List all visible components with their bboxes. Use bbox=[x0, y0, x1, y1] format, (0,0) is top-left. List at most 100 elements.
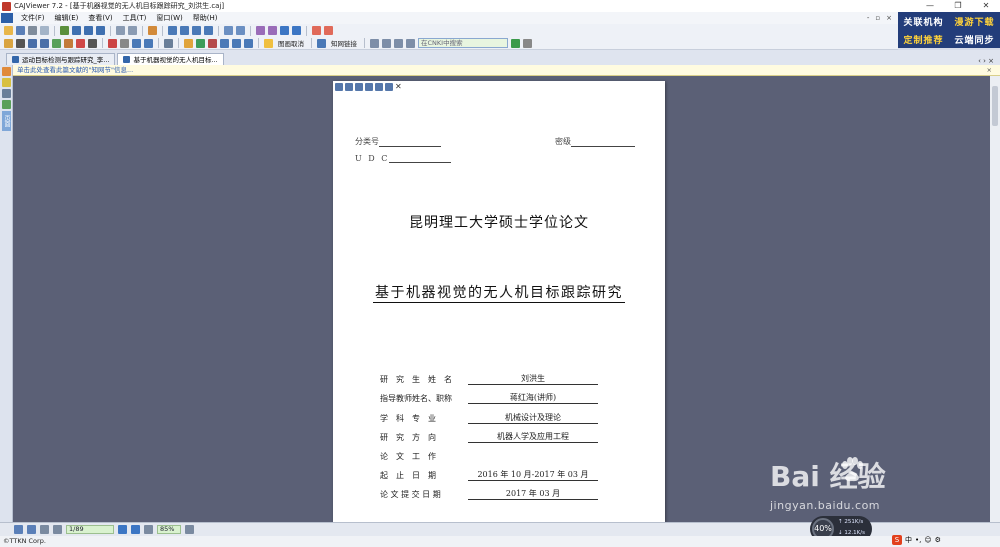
sidebar-page-tab[interactable]: 页面 bbox=[2, 111, 11, 131]
annotation-panel-icon[interactable] bbox=[2, 67, 11, 76]
open-folder-icon[interactable] bbox=[4, 26, 13, 35]
close-button[interactable]: ✕ bbox=[972, 0, 1000, 12]
document-viewport[interactable]: ✕ 分类号 密级 U D C 昆明理工大学硕士学位论文 基于机器视觉的无人机目标… bbox=[13, 76, 990, 522]
last-page-button-icon[interactable] bbox=[131, 525, 140, 534]
note-icon[interactable] bbox=[88, 38, 97, 48]
text-tool-icon[interactable] bbox=[196, 38, 205, 48]
page-setup-icon[interactable] bbox=[224, 26, 233, 35]
facing-page-icon[interactable] bbox=[96, 26, 105, 35]
columns-icon[interactable] bbox=[180, 26, 189, 35]
ocr-icon[interactable] bbox=[52, 38, 61, 48]
cnki-info-bar[interactable]: 单击此处查看此篇文献的"知网节"信息... × bbox=[13, 65, 1000, 76]
fit-page-icon[interactable] bbox=[60, 26, 69, 35]
search-dropdown-icon[interactable] bbox=[523, 38, 532, 48]
ime-settings-icon[interactable]: ⚙ bbox=[935, 536, 941, 544]
cnki-search-input[interactable]: 在CNKI中搜索 bbox=[418, 38, 508, 48]
page-stamp-icon[interactable] bbox=[385, 83, 393, 91]
window-icon[interactable] bbox=[406, 38, 415, 48]
ime-mode-label[interactable]: 中 bbox=[905, 535, 912, 545]
menu-tools[interactable]: 工具(T) bbox=[118, 13, 152, 23]
thumbnail-icon[interactable] bbox=[204, 26, 213, 35]
zoom-in-icon[interactable] bbox=[185, 525, 194, 534]
page-save-icon[interactable] bbox=[335, 83, 343, 91]
tab-motion-detection[interactable]: 运动目标检测与跟踪研究_李... bbox=[6, 53, 116, 65]
zoom-out-icon[interactable] bbox=[144, 525, 153, 534]
menu-view[interactable]: 查看(V) bbox=[83, 13, 117, 23]
previous-page-icon[interactable] bbox=[268, 26, 277, 35]
help-icon[interactable] bbox=[382, 38, 391, 48]
strikeout-icon[interactable] bbox=[232, 38, 241, 48]
ime-punct-icon[interactable]: •, bbox=[915, 536, 921, 544]
page-number-field[interactable]: 1/89 bbox=[66, 525, 114, 534]
back-icon[interactable] bbox=[312, 26, 321, 35]
minimize-button[interactable]: — bbox=[916, 0, 944, 12]
mark-cancel-button[interactable]: 图画取消 bbox=[276, 38, 306, 48]
tab-controls[interactable]: ‹ › × bbox=[978, 57, 1000, 65]
status-view-icon[interactable] bbox=[14, 525, 23, 534]
cnki-link-icon[interactable] bbox=[317, 38, 326, 48]
ime-toolbar[interactable]: S 中 •, ☺ ⚙ bbox=[892, 534, 972, 546]
menu-help[interactable]: 帮助(H) bbox=[188, 13, 223, 23]
mdi-restore-button[interactable]: ▫ bbox=[875, 14, 880, 22]
anchor-icon[interactable] bbox=[208, 38, 217, 48]
next-page-button-icon[interactable] bbox=[118, 525, 127, 534]
cnki-info-link[interactable]: 单击此处查看此篇文献的"知网节"信息... bbox=[17, 66, 133, 74]
search-panel-icon[interactable] bbox=[2, 100, 11, 109]
print-icon[interactable] bbox=[28, 26, 37, 35]
promo-cloud-sync[interactable]: 云端同步 bbox=[954, 33, 994, 46]
mark-icon[interactable] bbox=[264, 38, 273, 48]
maximize-button[interactable]: ❐ bbox=[944, 0, 972, 12]
mdi-minimize-button[interactable]: ‑ bbox=[867, 14, 870, 22]
pencil-panel-icon[interactable] bbox=[2, 78, 11, 87]
forward-icon[interactable] bbox=[324, 26, 333, 35]
page-print-icon[interactable] bbox=[355, 83, 363, 91]
page-toolbar-close-icon[interactable]: ✕ bbox=[395, 83, 403, 91]
single-page-icon[interactable] bbox=[72, 26, 81, 35]
scrollbar-thumb[interactable] bbox=[992, 86, 998, 126]
cnki-link-button[interactable]: 知网链接 bbox=[329, 38, 359, 48]
layout-icon[interactable] bbox=[168, 26, 177, 35]
email-icon[interactable] bbox=[40, 26, 49, 35]
promo-roaming-download[interactable]: 漫游下载 bbox=[954, 15, 994, 28]
mdi-close-button[interactable]: × bbox=[886, 14, 892, 22]
prev-page-button-icon[interactable] bbox=[53, 525, 62, 534]
settings-icon[interactable] bbox=[394, 38, 403, 48]
outline-panel-icon[interactable] bbox=[2, 89, 11, 98]
first-page-button-icon[interactable] bbox=[40, 525, 49, 534]
page-email-icon[interactable] bbox=[365, 83, 373, 91]
snapshot-icon[interactable] bbox=[64, 38, 73, 48]
page-copy-icon[interactable] bbox=[345, 83, 353, 91]
ime-emoji-icon[interactable]: ☺ bbox=[924, 536, 931, 544]
select-arrow-icon[interactable] bbox=[16, 38, 25, 48]
list-icon[interactable] bbox=[370, 38, 379, 48]
ellipse-icon[interactable] bbox=[144, 38, 153, 48]
promo-banner[interactable]: 关联机构 漫游下载 定制推荐 云端同步 bbox=[898, 12, 1000, 48]
vertical-scrollbar[interactable] bbox=[990, 76, 1000, 522]
link-icon[interactable] bbox=[220, 38, 229, 48]
status-layout-icon[interactable] bbox=[27, 525, 36, 534]
find-icon[interactable] bbox=[184, 38, 193, 48]
rotate-icon[interactable] bbox=[236, 26, 245, 35]
undo-icon[interactable] bbox=[116, 26, 125, 35]
menu-file[interactable]: 文件(F) bbox=[16, 13, 50, 23]
text-select-icon[interactable] bbox=[28, 38, 37, 48]
promo-custom-recommend[interactable]: 定制推荐 bbox=[903, 33, 943, 46]
menu-edit[interactable]: 编辑(E) bbox=[50, 13, 84, 23]
zoom-level-field[interactable]: 85% bbox=[157, 525, 181, 534]
save-icon[interactable] bbox=[16, 26, 25, 35]
stamp-icon[interactable] bbox=[164, 38, 173, 48]
annotation-icon[interactable] bbox=[148, 26, 157, 35]
pen-icon[interactable] bbox=[108, 38, 117, 48]
first-page-icon[interactable] bbox=[256, 26, 265, 35]
underline-icon[interactable] bbox=[244, 38, 253, 48]
menu-window[interactable]: 窗口(W) bbox=[151, 13, 187, 23]
continuous-page-icon[interactable] bbox=[84, 26, 93, 35]
highlight-icon[interactable] bbox=[76, 38, 85, 48]
hand-tool-icon[interactable] bbox=[4, 38, 13, 48]
info-close-icon[interactable]: × bbox=[987, 65, 992, 76]
redo-icon[interactable] bbox=[128, 26, 137, 35]
tab-uav-tracking[interactable]: 基于机器视觉的无人机目标... bbox=[117, 53, 224, 65]
page-image-icon[interactable] bbox=[375, 83, 383, 91]
bookmark-icon[interactable] bbox=[192, 26, 201, 35]
image-select-icon[interactable] bbox=[40, 38, 49, 48]
